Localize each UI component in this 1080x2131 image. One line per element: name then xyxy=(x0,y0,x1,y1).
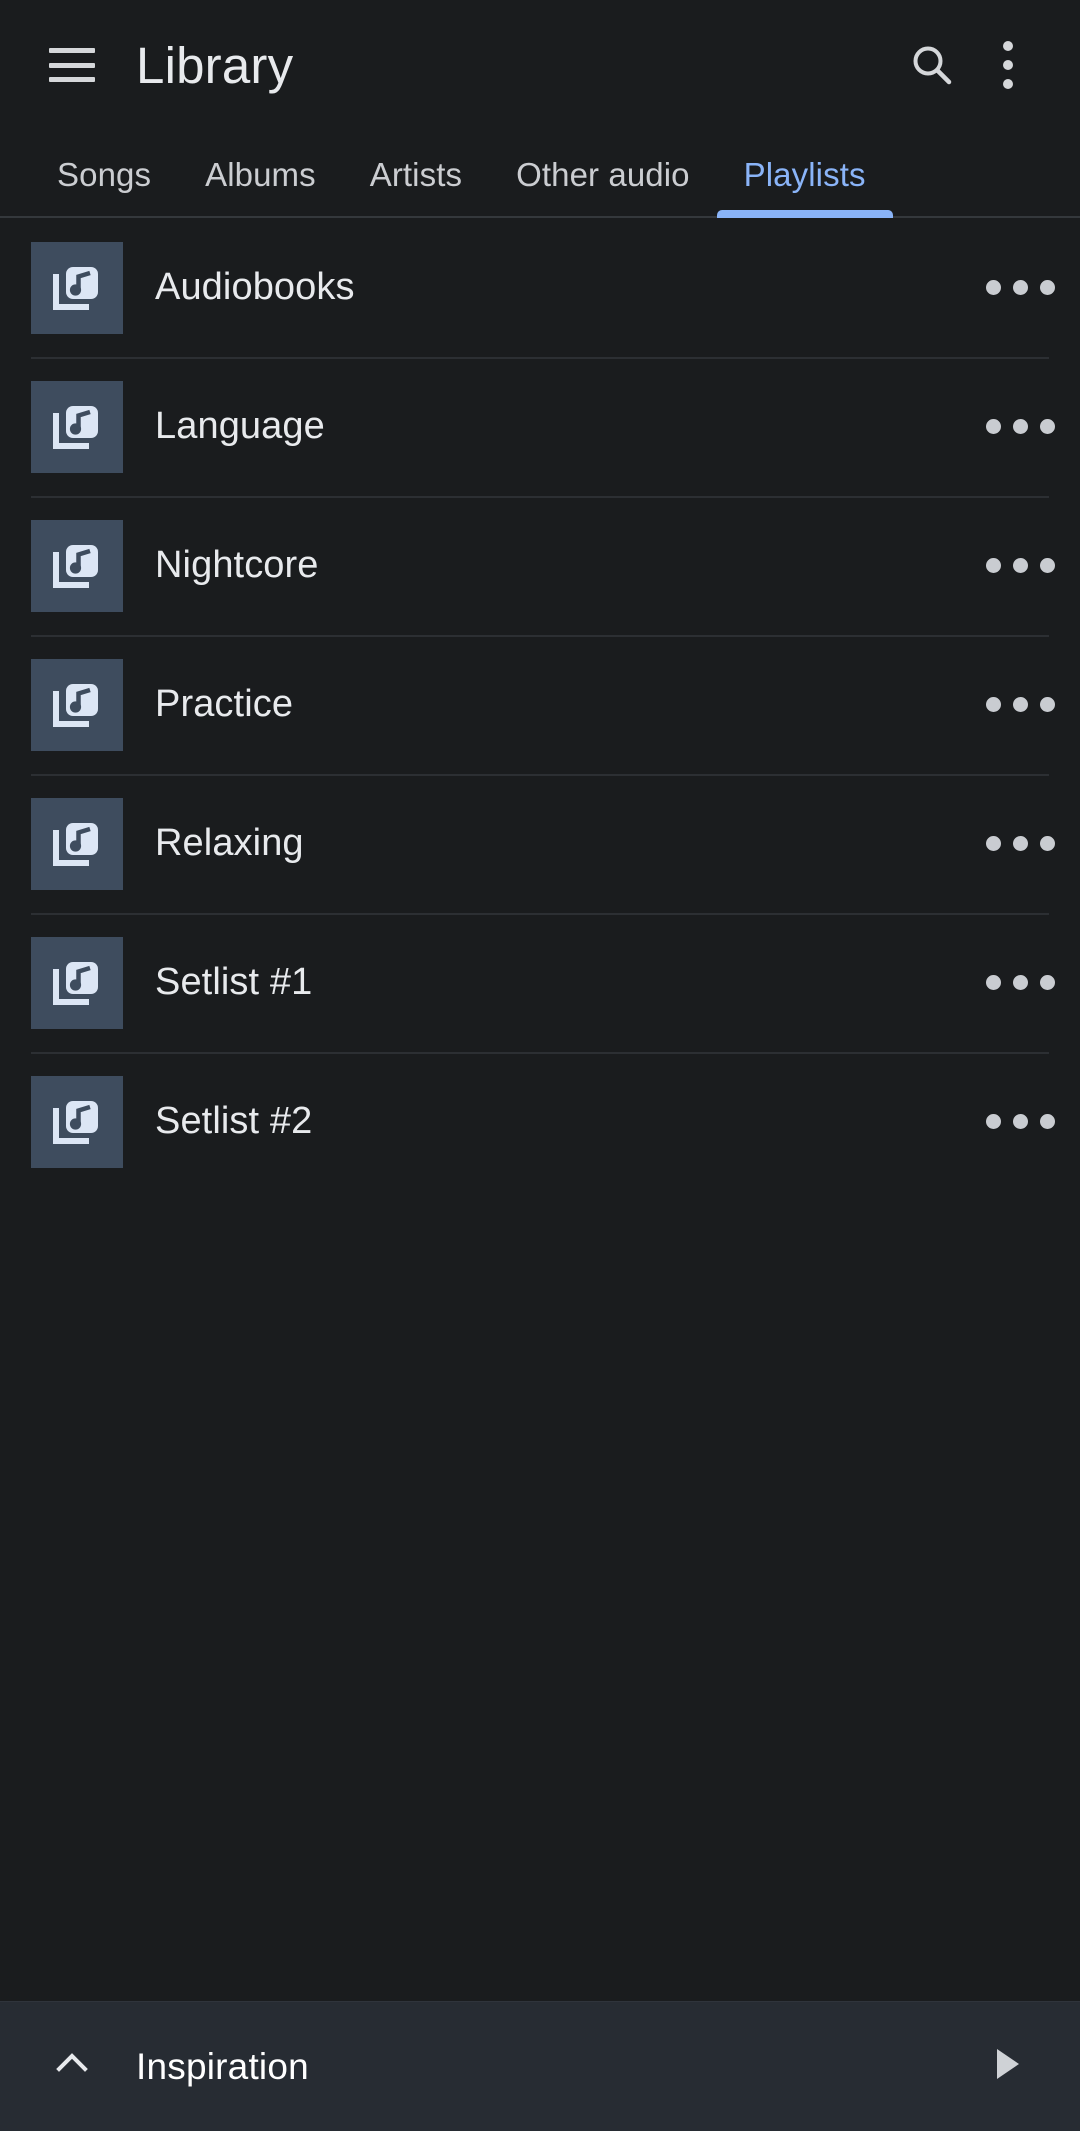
tab-label: Artists xyxy=(369,156,463,193)
tab-playlists[interactable]: Playlists xyxy=(716,156,893,218)
more-horizontal-icon xyxy=(985,836,1055,851)
playlist-row[interactable]: Practice xyxy=(0,635,1080,774)
playlist-name: Relaxing xyxy=(155,822,304,864)
tab-artists[interactable]: Artists xyxy=(343,156,489,216)
playlist-thumbnail xyxy=(31,380,123,473)
playlist-music-icon xyxy=(47,1092,107,1152)
app-screen: Library Songs Albums Artists Other audio… xyxy=(0,0,1080,2131)
playlist-overflow-button[interactable] xyxy=(960,913,1080,1052)
playlist-name: Practice xyxy=(155,683,294,725)
playlist-row[interactable]: Language xyxy=(0,357,1080,496)
playlist-name: Setlist #1 xyxy=(155,961,313,1003)
search-button[interactable] xyxy=(894,27,970,103)
page-title: Library xyxy=(136,36,294,94)
playlist-row[interactable]: Relaxing xyxy=(0,774,1080,913)
playlist-name: Setlist #2 xyxy=(155,1100,313,1142)
playlist-overflow-button[interactable] xyxy=(960,496,1080,635)
more-horizontal-icon xyxy=(985,1114,1055,1129)
now-playing-bar[interactable]: Inspiration xyxy=(0,2001,1080,2131)
now-playing-title: Inspiration xyxy=(136,2045,309,2087)
more-vertical-icon xyxy=(1003,41,1013,89)
playlist-row[interactable]: Nightcore xyxy=(0,496,1080,635)
app-bar: Library xyxy=(0,0,1080,130)
playlist-overflow-button[interactable] xyxy=(960,357,1080,496)
playlist-music-icon xyxy=(47,953,107,1013)
playlist-thumbnail xyxy=(31,936,123,1029)
playlist-thumbnail xyxy=(31,241,123,334)
tab-label: Other audio xyxy=(516,156,690,193)
more-horizontal-icon xyxy=(985,697,1055,712)
more-horizontal-icon xyxy=(985,280,1055,295)
playlist-overflow-button[interactable] xyxy=(960,1052,1080,1191)
tab-active-indicator xyxy=(716,210,893,218)
appbar-overflow-button[interactable] xyxy=(970,27,1046,103)
playlist-music-icon xyxy=(47,675,107,735)
more-horizontal-icon xyxy=(985,419,1055,434)
playlist-name: Audiobooks xyxy=(155,266,355,308)
expand-player-button[interactable] xyxy=(34,2029,110,2105)
playlist-thumbnail xyxy=(31,797,123,890)
playlist-name: Language xyxy=(155,405,325,447)
playlist-overflow-button[interactable] xyxy=(960,774,1080,913)
playlist-music-icon xyxy=(47,814,107,874)
tab-label: Playlists xyxy=(743,156,866,193)
playlist-thumbnail xyxy=(31,658,123,751)
search-icon xyxy=(908,41,956,89)
playlist-name: Nightcore xyxy=(155,544,319,586)
hamburger-menu-button[interactable] xyxy=(34,27,110,103)
playlist-music-icon xyxy=(47,258,107,318)
tab-label: Songs xyxy=(57,156,152,193)
tab-other-audio[interactable]: Other audio xyxy=(489,156,717,216)
more-horizontal-icon xyxy=(985,975,1055,990)
tab-list: Songs Albums Artists Other audio Playlis… xyxy=(0,130,1080,218)
playlist-overflow-button[interactable] xyxy=(960,218,1080,357)
tab-songs[interactable]: Songs xyxy=(30,156,178,216)
playlist-row[interactable]: Audiobooks xyxy=(0,218,1080,357)
tab-label: Albums xyxy=(205,156,316,193)
play-button[interactable] xyxy=(966,2027,1046,2107)
more-horizontal-icon xyxy=(985,558,1055,573)
playlist-music-icon xyxy=(47,536,107,596)
playlist-overflow-button[interactable] xyxy=(960,635,1080,774)
playlist-music-icon xyxy=(47,397,107,457)
tab-bar: Songs Albums Artists Other audio Playlis… xyxy=(0,130,1080,218)
playlist-list: Audiobooks Language Nightcore Practice R… xyxy=(0,218,1080,2001)
play-icon xyxy=(984,2042,1028,2091)
hamburger-menu-icon xyxy=(49,48,95,82)
playlist-row[interactable]: Setlist #2 xyxy=(0,1052,1080,1191)
playlist-thumbnail xyxy=(31,519,123,612)
tab-albums[interactable]: Albums xyxy=(178,156,343,216)
chevron-up-icon xyxy=(49,2041,95,2092)
playlist-thumbnail xyxy=(31,1075,123,1168)
playlist-row[interactable]: Setlist #1 xyxy=(0,913,1080,1052)
